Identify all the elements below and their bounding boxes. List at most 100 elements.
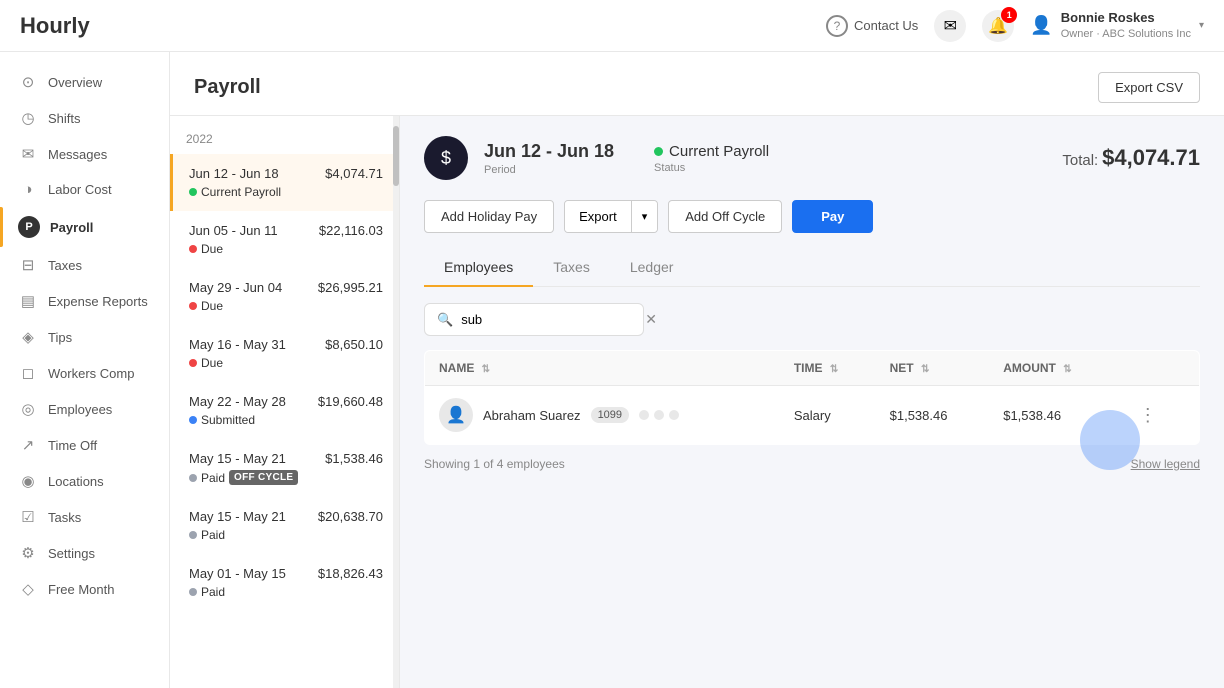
sidebar-label-labor-cost: Labor Cost bbox=[48, 182, 112, 197]
payroll-list-item[interactable]: Jun 05 - Jun 11$22,116.03Due bbox=[170, 211, 399, 268]
status-text: Due bbox=[201, 356, 223, 370]
payroll-item-dates: May 15 - May 21 bbox=[189, 509, 286, 524]
sidebar-item-overview[interactable]: ⊙Overview bbox=[0, 64, 169, 100]
payroll-item-dates: May 01 - May 15 bbox=[189, 566, 286, 581]
period-label: Period bbox=[484, 164, 614, 176]
employees-icon: ◎ bbox=[18, 400, 38, 418]
search-clear-button[interactable]: ✕ bbox=[645, 311, 657, 328]
dollar-icon: $ bbox=[424, 136, 468, 180]
messages-icon: ✉ bbox=[944, 16, 957, 36]
search-input[interactable] bbox=[461, 312, 637, 327]
notifications-button[interactable]: 🔔 1 bbox=[982, 10, 1014, 42]
employee-amount: $1,538.46 bbox=[989, 386, 1117, 445]
status-dot-1 bbox=[639, 410, 649, 420]
sidebar-item-shifts[interactable]: ◷ Shifts bbox=[0, 100, 169, 136]
sidebar-label-messages: Messages bbox=[48, 147, 107, 162]
sidebar-item-settings[interactable]: ⚙Settings bbox=[0, 535, 169, 571]
tips-icon: ◈ bbox=[18, 328, 38, 346]
employee-pay-type: Salary bbox=[780, 386, 876, 445]
employees-table: NAME ⇅ TIME ⇅ NET ⇅ AMOUNT ⇅ 👤 Abraham S… bbox=[424, 350, 1200, 445]
sidebar-item-free-month[interactable]: ◇Free Month bbox=[0, 571, 169, 607]
total-block: Total: $4,074.71 bbox=[1062, 145, 1200, 171]
free-month-icon: ◇ bbox=[18, 580, 38, 598]
messages-button[interactable]: ✉ bbox=[934, 10, 966, 42]
scrollbar-track[interactable] bbox=[393, 116, 399, 688]
sidebar-label-tips: Tips bbox=[48, 330, 72, 345]
sidebar-item-expense-reports[interactable]: ▤Expense Reports bbox=[0, 283, 169, 319]
payroll-year: 2022 bbox=[170, 124, 399, 154]
payroll-item-amount: $18,826.43 bbox=[318, 566, 383, 581]
payroll-list-item[interactable]: May 29 - Jun 04$26,995.21Due bbox=[170, 268, 399, 325]
tab-employees[interactable]: Employees bbox=[424, 249, 533, 287]
sort-name-icon[interactable]: ⇅ bbox=[482, 364, 490, 375]
sort-time-icon[interactable]: ⇅ bbox=[830, 364, 838, 375]
export-button[interactable]: Export bbox=[565, 201, 631, 232]
tab-ledger[interactable]: Ledger bbox=[610, 249, 694, 287]
payroll-header: Payroll Export CSV bbox=[170, 52, 1224, 116]
status-dot bbox=[189, 302, 197, 310]
user-details: Bonnie Roskes Owner · ABC Solutions Inc bbox=[1061, 10, 1191, 41]
payroll-list-item[interactable]: Jun 12 - Jun 18$4,074.71Current Payroll bbox=[170, 154, 399, 211]
status-label: Status bbox=[654, 162, 769, 174]
payroll-item-dates: May 16 - May 31 bbox=[189, 337, 286, 352]
payroll-item-dates: May 15 - May 21 bbox=[189, 451, 286, 466]
payroll-list-item[interactable]: May 16 - May 31$8,650.10Due bbox=[170, 325, 399, 382]
payroll-list-item[interactable]: May 15 - May 21$20,638.70Paid bbox=[170, 497, 399, 554]
shifts-icon: ◷ bbox=[18, 109, 38, 127]
user-company: Owner · ABC Solutions Inc bbox=[1061, 27, 1191, 41]
sort-net-icon[interactable]: ⇅ bbox=[921, 364, 929, 375]
col-actions bbox=[1117, 351, 1200, 386]
export-dropdown-button[interactable]: ▾ bbox=[631, 201, 658, 232]
add-off-cycle-button[interactable]: Add Off Cycle bbox=[668, 200, 782, 233]
showing-count: Showing 1 of 4 employees bbox=[424, 457, 565, 471]
main-layout: ⊙Overview ◷ Shifts ✉ Messages ◑Labor CostPPay… bbox=[0, 52, 1224, 688]
status-dot bbox=[189, 245, 197, 253]
sort-amount-icon[interactable]: ⇅ bbox=[1063, 364, 1071, 375]
payroll-tabs: Employees Taxes Ledger bbox=[424, 249, 1200, 287]
action-buttons: Add Holiday Pay Export ▾ Add Off Cycle P… bbox=[424, 200, 1200, 233]
pay-button[interactable]: Pay bbox=[792, 200, 873, 233]
status-text: Paid bbox=[201, 471, 225, 485]
row-more-button[interactable]: ⋮ bbox=[1131, 401, 1165, 430]
badge-1099: 1099 bbox=[591, 407, 629, 423]
sidebar-item-tips[interactable]: ◈ Tips bbox=[0, 319, 169, 355]
period-dates: Jun 12 - Jun 18 bbox=[484, 141, 614, 162]
payroll-list: 2022 Jun 12 - Jun 18$4,074.71Current Pay… bbox=[170, 116, 400, 688]
sidebar-item-taxes[interactable]: ⊟Taxes bbox=[0, 247, 169, 283]
scrollbar-thumb[interactable] bbox=[393, 126, 399, 186]
payroll-list-item[interactable]: May 22 - May 28$19,660.48Submitted bbox=[170, 382, 399, 439]
period-info: $ Jun 12 - Jun 18 Period Current Payroll… bbox=[424, 136, 769, 180]
status-text: Current Payroll bbox=[669, 143, 769, 160]
sidebar-label-expense-reports: Expense Reports bbox=[48, 294, 148, 309]
content-area: 2022 Jun 12 - Jun 18$4,074.71Current Pay… bbox=[170, 116, 1224, 688]
show-legend-link[interactable]: Show legend bbox=[1131, 457, 1200, 471]
user-menu[interactable]: 👤 Bonnie Roskes Owner · ABC Solutions In… bbox=[1030, 10, 1204, 41]
sidebar-item-workers-comp[interactable]: ◻Workers Comp bbox=[0, 355, 169, 391]
export-csv-button[interactable]: Export CSV bbox=[1098, 72, 1200, 103]
status-dot bbox=[189, 359, 197, 367]
user-icon: 👤 bbox=[1030, 15, 1052, 36]
sidebar-item-messages[interactable]: ✉ Messages bbox=[0, 136, 169, 172]
messages-icon: ✉ bbox=[18, 145, 38, 163]
contact-us-button[interactable]: ? Contact Us bbox=[826, 15, 918, 37]
payroll-list-item[interactable]: May 15 - May 21$1,538.46PaidOFF CYCLE bbox=[170, 439, 399, 497]
topnav-right: ? Contact Us ✉ 🔔 1 👤 Bonnie Roskes Owner… bbox=[826, 10, 1204, 42]
search-bar: 🔍 ✕ bbox=[424, 303, 644, 336]
sidebar-item-time-off[interactable]: ↗Time Off bbox=[0, 427, 169, 463]
payroll-item-dates: May 29 - Jun 04 bbox=[189, 280, 282, 295]
sidebar-item-tasks[interactable]: ☑Tasks bbox=[0, 499, 169, 535]
tasks-icon: ☑ bbox=[18, 508, 38, 526]
sidebar-item-labor-cost[interactable]: ◑Labor Cost bbox=[0, 172, 169, 207]
add-holiday-pay-button[interactable]: Add Holiday Pay bbox=[424, 200, 554, 233]
sidebar-item-locations[interactable]: ◉Locations bbox=[0, 463, 169, 499]
sidebar-item-payroll[interactable]: PPayroll bbox=[0, 207, 169, 247]
sidebar-label-settings: Settings bbox=[48, 546, 95, 561]
payroll-item-dates: May 22 - May 28 bbox=[189, 394, 286, 409]
sidebar-label-shifts: Shifts bbox=[48, 111, 81, 126]
employee-name: Abraham Suarez bbox=[483, 408, 581, 423]
payroll-list-item[interactable]: May 01 - May 15$18,826.43Paid bbox=[170, 554, 399, 611]
col-net: NET ⇅ bbox=[876, 351, 990, 386]
status-text: Paid bbox=[201, 528, 225, 542]
tab-taxes[interactable]: Taxes bbox=[533, 249, 610, 287]
sidebar-item-employees[interactable]: ◎Employees bbox=[0, 391, 169, 427]
